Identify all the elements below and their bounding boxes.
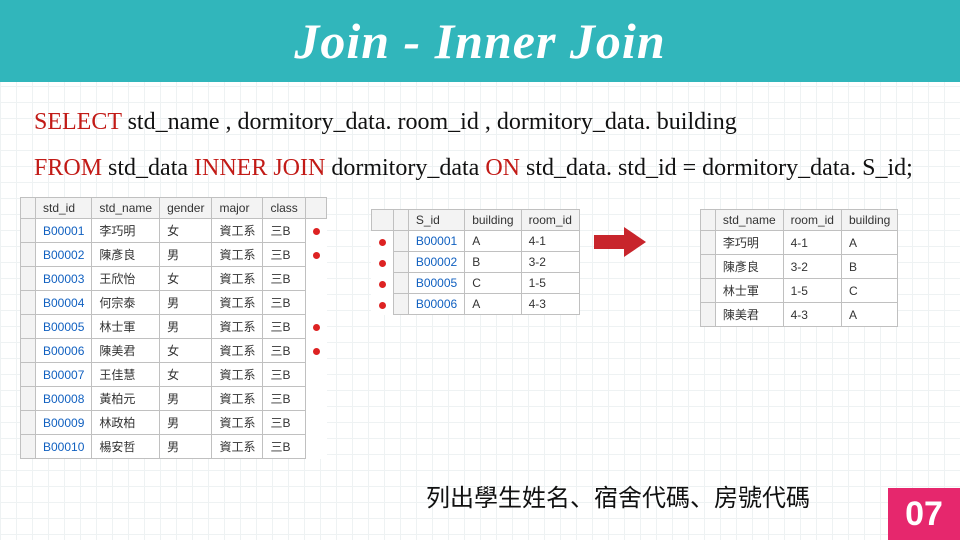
sql-table2: dormitory_data [325, 155, 485, 181]
arrow-icon [594, 227, 646, 257]
sql-table1: std_data [102, 155, 194, 181]
table-row: 陳美君4-3A [700, 303, 897, 327]
table-row: B00004何宗泰男資工系三B [21, 291, 327, 315]
table-row: B00001A4-1 [372, 231, 580, 252]
table-row: B00005林士軍男資工系三B [21, 315, 327, 339]
column-header: gender [160, 198, 212, 219]
table-row: B00009林政柏男資工系三B [21, 411, 327, 435]
table-std-data: std_idstd_namegendermajorclassB00001李巧明女… [20, 197, 327, 459]
column-header: std_name [715, 210, 783, 231]
table-row: 李巧明4-1A [700, 231, 897, 255]
sql-condition: std_data. std_id = dormitory_data. S_id; [520, 155, 913, 181]
table-row: B00008黃柏元男資工系三B [21, 387, 327, 411]
kw-inner-join: INNER JOIN [194, 155, 325, 181]
sql-columns: std_name , dormitory_data. room_id , dor… [122, 109, 737, 135]
column-header: major [212, 198, 263, 219]
slide-title: Join - Inner Join [294, 12, 665, 70]
table-dormitory-data: S_idbuildingroom_idB00001A4-1B00002B3-2B… [371, 209, 580, 315]
sql-statement: SELECT std_name , dormitory_data. room_i… [0, 82, 960, 197]
table-join-result: std_nameroom_idbuilding李巧明4-1A陳彥良3-2B林士軍… [700, 209, 898, 327]
column-header: S_id [408, 210, 464, 231]
column-header: class [263, 198, 305, 219]
slide-number-badge: 07 [888, 488, 960, 540]
table-row: B00001李巧明女資工系三B [21, 219, 327, 243]
slide-number: 07 [905, 495, 943, 534]
table-row: B00007王佳慧女資工系三B [21, 363, 327, 387]
kw-from: FROM [34, 155, 102, 181]
kw-on: ON [485, 155, 520, 181]
table-row: B00006陳美君女資工系三B [21, 339, 327, 363]
table-row: B00005C1-5 [372, 273, 580, 294]
table-row: B00010楊安哲男資工系三B [21, 435, 327, 459]
table-row: B00003王欣怡女資工系三B [21, 267, 327, 291]
table-row: B00002B3-2 [372, 252, 580, 273]
kw-select: SELECT [34, 109, 122, 135]
column-header: std_id [36, 198, 92, 219]
caption-text: 列出學生姓名、宿舍代碼、房號代碼 [426, 478, 810, 513]
table-row: 陳彥良3-2B [700, 255, 897, 279]
table-row: B00006A4-3 [372, 294, 580, 315]
column-header: std_name [92, 198, 160, 219]
column-header: room_id [783, 210, 841, 231]
column-header: building [841, 210, 897, 231]
column-header: room_id [521, 210, 579, 231]
title-banner: Join - Inner Join [0, 0, 960, 82]
table-row: 林士軍1-5C [700, 279, 897, 303]
column-header: building [465, 210, 521, 231]
table-row: B00002陳彥良男資工系三B [21, 243, 327, 267]
